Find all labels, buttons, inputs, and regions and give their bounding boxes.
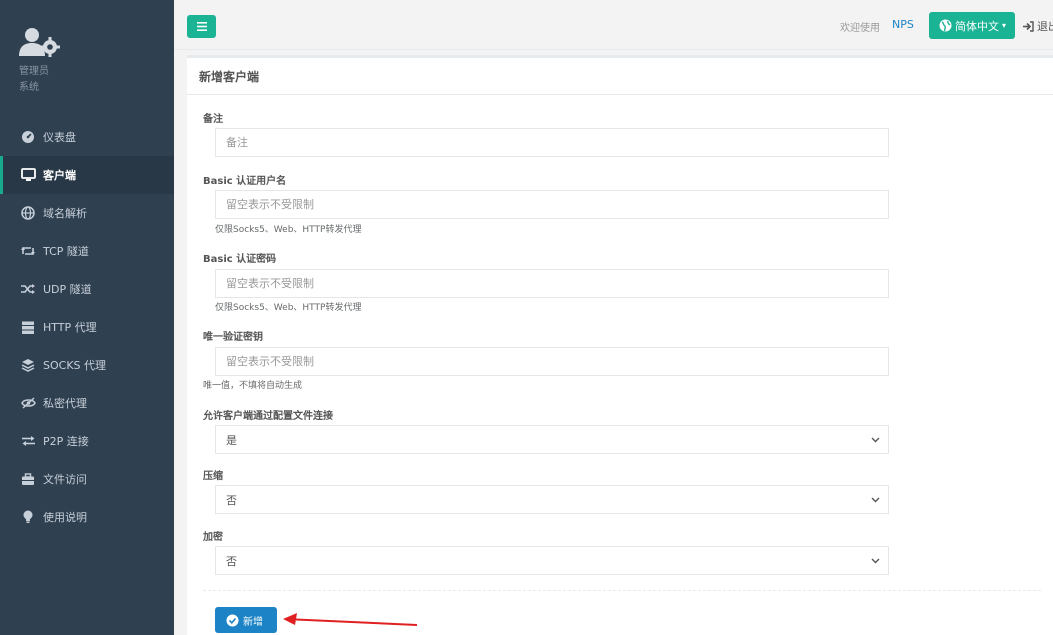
user-gear-icon — [19, 26, 61, 60]
sidebar-item-label: 客户端 — [43, 169, 76, 182]
crypt-value: 否 — [226, 554, 237, 568]
lightbulb-icon — [20, 509, 36, 525]
globe-icon — [939, 19, 952, 32]
logout-label: 退出 — [1037, 20, 1053, 33]
language-label: 简体中文 — [955, 19, 999, 33]
briefcase-icon — [20, 471, 36, 487]
desktop-icon — [20, 167, 36, 183]
eye-slash-icon — [20, 395, 36, 411]
check-circle-icon — [226, 614, 239, 627]
vkey-help: 唯一值，不填将自动生成 — [203, 381, 303, 391]
dashboard-icon — [20, 129, 36, 145]
menu-toggle-button[interactable] — [187, 15, 216, 38]
sidebar-item-tcp[interactable]: TCP 隧道 — [0, 232, 174, 270]
layers-icon — [20, 357, 36, 373]
basic-pass-label: Basic 认证密码 — [203, 254, 277, 265]
form-divider — [203, 590, 1041, 591]
brand-link[interactable]: NPS — [892, 18, 914, 31]
sidebar-nav: 仪表盘 客户端 域名解析 TCP 隧道 UDP 隧道 HTTP 代理 SOCKS… — [0, 118, 174, 536]
sidebar-item-file[interactable]: 文件访问 — [0, 460, 174, 498]
sidebar-item-domain[interactable]: 域名解析 — [0, 194, 174, 232]
top-navbar: 欢迎使用 NPS 简体中文 ▾ 退出 — [174, 0, 1053, 50]
sidebar-item-help[interactable]: 使用说明 — [0, 498, 174, 536]
remark-input[interactable] — [215, 128, 889, 157]
sidebar-item-label: 使用说明 — [43, 511, 87, 524]
panel-divider — [187, 94, 1053, 95]
sidebar-item-dashboard[interactable]: 仪表盘 — [0, 118, 174, 156]
exchange-icon — [20, 433, 36, 449]
basic-pass-help: 仅限Socks5、Web、HTTP转发代理 — [215, 303, 362, 313]
profile-role: 系统 — [19, 82, 39, 93]
sidebar-item-label: 域名解析 — [43, 207, 87, 220]
sidebar-item-label: HTTP 代理 — [43, 321, 97, 334]
compress-value: 否 — [226, 493, 237, 507]
add-submit-label: 新增 — [243, 616, 263, 628]
config-conn-value: 是 — [226, 433, 237, 447]
crypt-label: 加密 — [203, 532, 223, 543]
chevron-down-icon — [871, 554, 880, 567]
vkey-input[interactable] — [215, 347, 889, 376]
welcome-text: 欢迎使用 — [840, 23, 880, 34]
chevron-down-icon — [871, 493, 880, 506]
globe-icon — [20, 205, 36, 221]
remark-label: 备注 — [203, 114, 223, 125]
language-dropdown[interactable]: 简体中文 ▾ — [929, 12, 1015, 39]
annotation-arrow — [283, 613, 418, 626]
sidebar-item-secret[interactable]: 私密代理 — [0, 384, 174, 422]
sign-out-icon — [1022, 20, 1034, 32]
sidebar: 管理员 系统 仪表盘 客户端 域名解析 TCP 隧道 UDP 隧道 HTTP 代… — [0, 0, 174, 635]
sidebar-item-label: P2P 连接 — [43, 435, 89, 448]
crypt-select[interactable]: 否 — [215, 546, 889, 575]
config-conn-select[interactable]: 是 — [215, 425, 889, 454]
add-client-panel: 新增客户端 备注 Basic 认证用户名 仅限Socks5、Web、HTTP转发… — [187, 55, 1053, 635]
sidebar-item-label: 仪表盘 — [43, 131, 76, 144]
compress-select[interactable]: 否 — [215, 485, 889, 514]
sidebar-item-label: TCP 隧道 — [43, 245, 89, 258]
profile: 管理员 系统 — [19, 26, 61, 93]
chevron-down-icon — [871, 433, 880, 446]
sidebar-item-http[interactable]: HTTP 代理 — [0, 308, 174, 346]
retweet-icon — [20, 243, 36, 259]
sidebar-item-label: SOCKS 代理 — [43, 359, 107, 372]
basic-user-help: 仅限Socks5、Web、HTTP转发代理 — [215, 225, 362, 235]
sidebar-item-socks[interactable]: SOCKS 代理 — [0, 346, 174, 384]
basic-pass-input[interactable] — [215, 269, 889, 298]
caret-down-icon: ▾ — [1002, 21, 1007, 30]
vkey-label: 唯一验证密钥 — [203, 332, 263, 343]
profile-name: 管理员 — [19, 66, 49, 77]
basic-user-input[interactable] — [215, 190, 889, 219]
logout-link[interactable]: 退出 — [1022, 18, 1053, 34]
compress-label: 压缩 — [203, 471, 223, 482]
add-submit-button[interactable]: 新增 — [215, 607, 277, 633]
basic-user-label: Basic 认证用户名 — [203, 176, 287, 187]
sidebar-item-label: 文件访问 — [43, 473, 87, 486]
bars-icon — [196, 20, 207, 34]
sidebar-item-clients[interactable]: 客户端 — [0, 156, 174, 194]
sidebar-item-label: UDP 隧道 — [43, 283, 92, 296]
config-conn-label: 允许客户端通过配置文件连接 — [203, 411, 333, 422]
panel-title: 新增客户端 — [199, 70, 260, 84]
server-icon — [20, 319, 36, 335]
sidebar-item-p2p[interactable]: P2P 连接 — [0, 422, 174, 460]
random-icon — [20, 281, 36, 297]
sidebar-item-label: 私密代理 — [43, 397, 87, 410]
sidebar-item-udp[interactable]: UDP 隧道 — [0, 270, 174, 308]
